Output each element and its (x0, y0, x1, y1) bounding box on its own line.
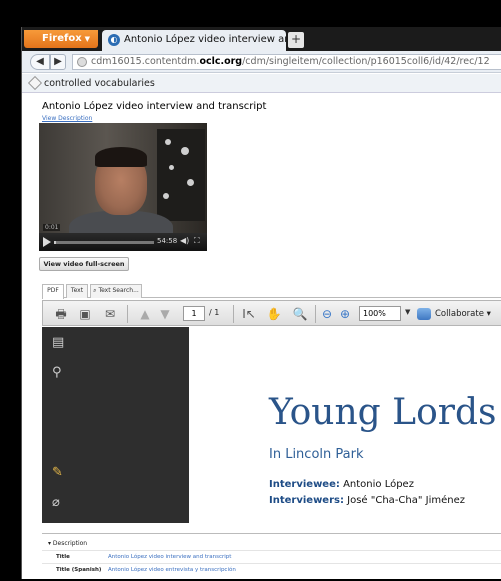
firefox-menu-button[interactable]: Firefox ▼ (24, 30, 98, 48)
description-panel: ▾ Description Title Antonio López video … (42, 533, 501, 579)
forward-arrow-icon: ▶ (54, 56, 62, 67)
volume-icon[interactable]: ◀) (180, 236, 189, 245)
video-progress-bar[interactable] (54, 241, 154, 244)
description-heading[interactable]: ▾ Description (48, 540, 87, 547)
description-row: Title (Spanish) Antonio López video entr… (42, 563, 501, 576)
firefox-button-label: Firefox (42, 33, 82, 44)
collaborate-label: Collaborate (435, 309, 484, 319)
attachments-paperclip-icon[interactable]: ⌀ (52, 495, 60, 510)
description-row-label: Title (Spanish) (56, 567, 102, 573)
back-button[interactable]: ◀ (30, 54, 50, 70)
bookmarks-bar: controlled vocabularies (22, 74, 501, 93)
play-icon[interactable] (43, 237, 51, 247)
comments-icon[interactable]: ✎ (52, 465, 63, 480)
pdf-navigation-panel: ▤ ⚲ ✎ ⌀ (42, 327, 189, 523)
pdf-interviewers-line: Interviewers: José "Cha-Cha" Jiménez (269, 495, 465, 506)
page-down-icon[interactable]: ▼ (157, 306, 173, 322)
page-content: Antonio López video interview and transc… (22, 93, 501, 579)
contentdm-favicon-icon: ◐ (108, 34, 120, 46)
browser-tab-active[interactable]: ◐ Antonio López video interview and tran… (102, 30, 286, 51)
zoom-level-input[interactable]: 100% (359, 306, 401, 321)
pdf-page: Young Lords In Lincoln Park Interviewee:… (189, 327, 501, 523)
marquee-zoom-icon[interactable]: 🔍 (291, 306, 309, 322)
item-title: Antonio López video interview and transc… (42, 101, 267, 112)
find-binoculars-icon[interactable]: ⚲ (52, 365, 62, 380)
description-row-value[interactable]: Antonio López video entrevista y transcr… (108, 567, 236, 573)
pdf-toolbar: 🖶 ▣ ✉ ▲ ▼ 1 / 1 I↖ ✋ 🔍 ⊖ ⊕ 100% ▼ Collab… (42, 300, 501, 326)
tab-title: Antonio López video interview and trans.… (124, 34, 286, 45)
tab-text-search-label: Text Search... (98, 287, 139, 294)
pdf-subtitle: In Lincoln Park (269, 447, 364, 462)
video-player[interactable]: 0:01 54:58 ◀) ⛶ (39, 123, 207, 251)
forward-button[interactable]: ▶ (50, 54, 66, 70)
video-controls: 0:01 54:58 ◀) ⛶ (39, 224, 207, 251)
zoom-dropdown-icon[interactable]: ▼ (405, 308, 410, 316)
toolbar-divider (127, 305, 128, 323)
url-bar[interactable]: cdm16015.contentdm.oclc.org/cdm/singleit… (72, 54, 501, 70)
pdf-interviewee-line: Interviewee: Antonio López (269, 479, 414, 490)
new-tab-button[interactable]: + (288, 32, 304, 48)
description-row-value[interactable]: Antonio López video interview and transc… (108, 554, 231, 560)
tab-text[interactable]: Text (66, 284, 88, 298)
interviewers-label: Interviewers: (269, 495, 344, 506)
video-subject-hair (95, 147, 147, 167)
tab-pdf[interactable]: PDF (42, 284, 64, 299)
viewer-tabs: PDF Text ⌕ Text Search... (42, 284, 501, 299)
bookmark-icon (27, 75, 43, 91)
tab-text-search[interactable]: ⌕ Text Search... (90, 284, 142, 298)
email-icon[interactable]: ✉ (101, 306, 119, 322)
collaborate-icon (417, 308, 431, 320)
toolbar-divider (233, 305, 234, 323)
video-elapsed-time: 0:01 (43, 224, 61, 231)
zoom-in-icon[interactable]: ⊕ (337, 306, 353, 322)
print-icon[interactable]: 🖶 (53, 306, 69, 322)
site-identity-icon (77, 57, 87, 67)
pdf-title: Young Lords (269, 392, 497, 433)
select-tool-icon[interactable]: I↖ (239, 306, 259, 322)
zoom-out-icon[interactable]: ⊖ (319, 306, 335, 322)
page-up-icon[interactable]: ▲ (137, 306, 153, 322)
browser-tab-bar: Firefox ▼ ◐ Antonio López video interview… (22, 27, 501, 51)
navigation-bar: ◀ ▶ cdm16015.contentdm.oclc.org/cdm/sing… (22, 51, 501, 73)
description-heading-label: Description (52, 540, 88, 547)
save-icon[interactable]: ▣ (77, 306, 93, 322)
description-row: Title Antonio López video interview and … (42, 550, 501, 563)
interviewee-name: Antonio López (343, 479, 414, 490)
bookmark-controlled-vocabularies[interactable]: controlled vocabularies (44, 78, 155, 89)
page-count: / 1 (209, 308, 220, 317)
interviewers-name: José "Cha-Cha" Jiménez (347, 495, 466, 506)
page-number-input[interactable]: 1 (183, 306, 205, 321)
description-row-label: Title (56, 554, 70, 560)
collaborate-button[interactable]: Collaborate ▾ (417, 306, 491, 322)
video-background-poster (157, 129, 205, 221)
video-duration: 54:58 (157, 237, 178, 245)
back-arrow-icon: ◀ (36, 56, 44, 67)
screen: Firefox ▼ ◐ Antonio López video interview… (21, 27, 501, 579)
dropdown-arrow-icon: ▼ (84, 35, 91, 43)
view-description-link[interactable]: View Description (42, 115, 92, 122)
fullscreen-icon[interactable]: ⛶ (194, 236, 200, 246)
hand-tool-icon[interactable]: ✋ (265, 306, 283, 322)
interviewee-label: Interviewee: (269, 479, 340, 490)
view-video-fullscreen-button[interactable]: View video full-screen (39, 257, 129, 271)
pages-panel-icon[interactable]: ▤ (52, 335, 64, 350)
url-domain: oclc.org (199, 56, 243, 67)
url-prefix: cdm16015.contentdm. (91, 56, 200, 67)
toolbar-divider (315, 305, 316, 323)
url-path: /cdm/singleitem/collection/p16015coll6/i… (242, 56, 490, 67)
video-progress-fill (54, 241, 56, 244)
